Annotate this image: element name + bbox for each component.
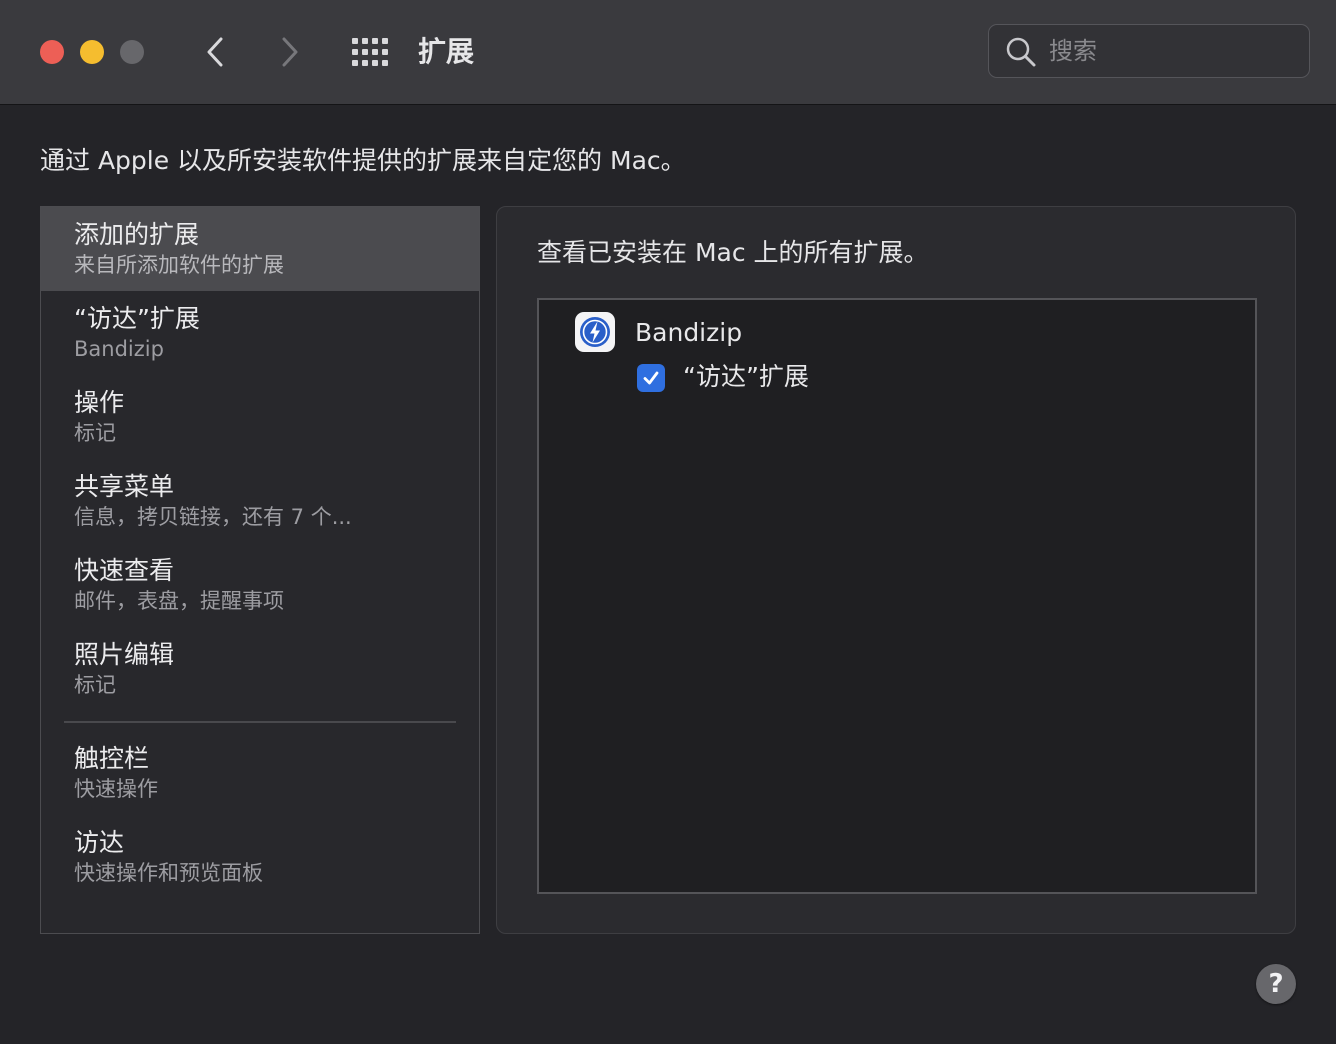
- bandizip-icon: [575, 312, 615, 352]
- zoom-window-button[interactable]: [120, 40, 144, 64]
- extension-categories-list[interactable]: 添加的扩展 来自所添加软件的扩展 “访达”扩展 Bandizip 操作 标记 共…: [40, 206, 480, 934]
- sidebar-item-share-menu[interactable]: 共享菜单 信息，拷贝链接，还有 7 个...: [41, 459, 479, 543]
- title-bar: 扩展: [0, 0, 1336, 105]
- checkmark-icon: [643, 371, 659, 385]
- detail-heading: 查看已安装在 Mac 上的所有扩展。: [537, 238, 929, 267]
- close-window-button[interactable]: [40, 40, 64, 64]
- sidebar-item-subtitle: 来自所添加软件的扩展: [74, 253, 284, 277]
- forward-button[interactable]: [270, 30, 310, 74]
- sidebar-item-photos-editing[interactable]: 照片编辑 标记: [41, 627, 479, 711]
- sidebar-item-subtitle: 快速操作和预览面板: [74, 861, 263, 885]
- grid-icon: [352, 38, 388, 66]
- search-field[interactable]: [988, 24, 1310, 78]
- pane-description: 通过 Apple 以及所安装软件提供的扩展来自定您的 Mac。: [40, 146, 686, 175]
- window-title: 扩展: [418, 35, 475, 68]
- sidebar-item-touch-bar[interactable]: 触控栏 快速操作: [41, 731, 479, 815]
- preferences-window: 扩展 通过 Apple 以及所安装软件提供的扩展来自定您的 Mac。 添加的扩展…: [0, 0, 1336, 1044]
- sidebar-item-subtitle: Bandizip: [74, 337, 164, 361]
- search-icon: [1006, 37, 1036, 67]
- sidebar-item-title: 照片编辑: [74, 640, 175, 669]
- chevron-left-icon: [207, 37, 223, 67]
- back-button[interactable]: [195, 30, 235, 74]
- sidebar-item-subtitle: 信息，拷贝链接，还有 7 个...: [74, 505, 352, 529]
- sidebar-item-title: 访达: [74, 828, 125, 857]
- minimize-window-button[interactable]: [80, 40, 104, 64]
- sidebar-item-subtitle: 快速操作: [74, 777, 158, 801]
- sidebar-item-title: 快速查看: [74, 556, 175, 585]
- sidebar-item-actions[interactable]: 操作 标记: [41, 375, 479, 459]
- help-button[interactable]: ?: [1256, 964, 1296, 1004]
- sidebar-item-subtitle: 标记: [74, 673, 116, 697]
- sidebar-item-finder[interactable]: 访达 快速操作和预览面板: [41, 815, 479, 899]
- sidebar-item-finder-extensions[interactable]: “访达”扩展 Bandizip: [41, 291, 479, 375]
- finder-extension-checkbox[interactable]: [637, 364, 665, 392]
- sidebar-item-title: 添加的扩展: [74, 220, 200, 249]
- sidebar-item-title: 操作: [74, 388, 125, 417]
- extension-label: “访达”扩展: [683, 362, 809, 391]
- installed-extensions-list[interactable]: Bandizip “访达”扩展: [537, 298, 1257, 894]
- chevron-right-icon: [282, 37, 298, 67]
- sidebar-item-subtitle: 标记: [74, 421, 116, 445]
- sidebar-item-added-extensions[interactable]: 添加的扩展 来自所添加软件的扩展: [41, 207, 479, 291]
- sidebar-item-title: 触控栏: [74, 744, 150, 773]
- sidebar-divider: [64, 721, 456, 723]
- sidebar-item-title: 共享菜单: [74, 472, 175, 501]
- sidebar-item-title: “访达”扩展: [74, 304, 200, 333]
- search-input[interactable]: [1049, 33, 1289, 69]
- sidebar-item-quick-look[interactable]: 快速查看 邮件，表盘，提醒事项: [41, 543, 479, 627]
- extension-detail-panel: 查看已安装在 Mac 上的所有扩展。 Bandizip “访达”扩展: [496, 206, 1296, 934]
- sidebar-item-subtitle: 邮件，表盘，提醒事项: [74, 589, 284, 613]
- app-name: Bandizip: [635, 318, 743, 347]
- show-all-button[interactable]: [350, 36, 390, 68]
